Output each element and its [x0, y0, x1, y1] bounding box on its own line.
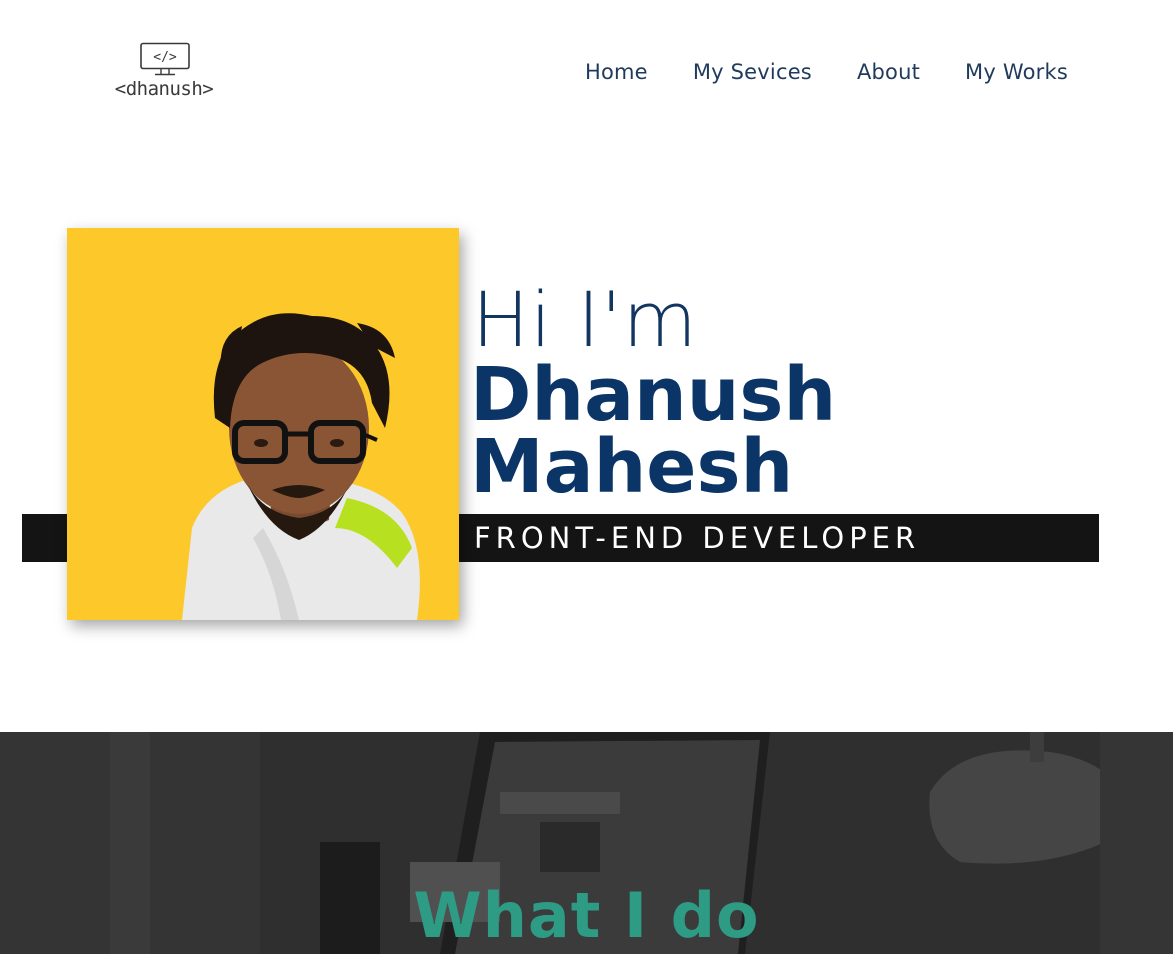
hero-section: Hi I'm Dhanush Mahesh FRONT-END DEVELOPE… — [0, 150, 1173, 732]
nav-link-works[interactable]: My Works — [965, 60, 1068, 84]
logo-text: <dhanush> — [114, 78, 214, 100]
main-nav: Home My Sevices About My Works — [585, 60, 1068, 84]
site-logo[interactable]: </> <dhanush> — [104, 40, 224, 106]
services-section: What I do — [0, 732, 1173, 954]
profile-portrait-illustration — [182, 313, 420, 620]
svg-text:</>: </> — [153, 50, 177, 65]
code-monitor-icon: </> — [140, 42, 190, 76]
site-header: </> <dhanush> Home My Sevices About My W… — [0, 0, 1173, 150]
hero-role: FRONT-END DEVELOPER — [474, 521, 921, 555]
profile-photo — [67, 228, 459, 620]
services-title: What I do — [413, 879, 760, 952]
nav-link-services[interactable]: My Sevices — [693, 60, 812, 84]
nav-link-home[interactable]: Home — [585, 60, 648, 84]
nav-link-about[interactable]: About — [857, 60, 920, 84]
hero-first-name: Dhanush — [470, 352, 837, 438]
hero-last-name: Mahesh — [470, 424, 794, 510]
hero-greeting: Hi I'm — [472, 275, 698, 364]
